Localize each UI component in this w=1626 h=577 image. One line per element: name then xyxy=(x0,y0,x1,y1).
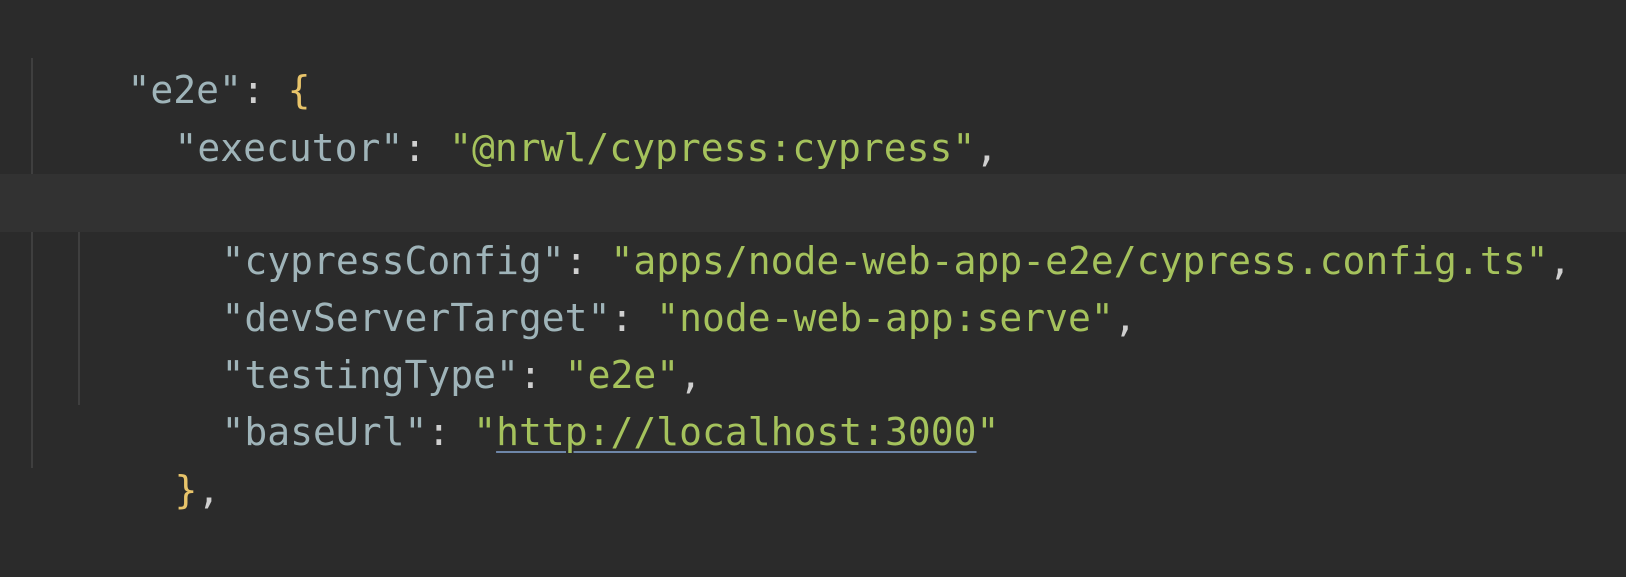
code-line-executor[interactable]: "executor": "@nrwl/cypress:cypress", xyxy=(0,61,1626,170)
code-line-dev-server-target[interactable]: "devServerTarget": "node-web-app:serve", xyxy=(0,231,1626,340)
code-line-base-url[interactable]: "baseUrl": "http://localhost:3000" xyxy=(0,345,1626,454)
code-line-close-options[interactable]: }, xyxy=(0,403,1626,512)
code-line-e2e[interactable]: "e2e": { xyxy=(0,3,1626,112)
code-line-testing-type[interactable]: "testingType": "e2e", xyxy=(0,288,1626,397)
json-comma: , xyxy=(197,468,221,512)
json-close-brace: } xyxy=(174,468,198,512)
code-line-options[interactable]: "options": { xyxy=(0,118,1626,227)
code-editor[interactable]: "e2e": { "executor": "@nrwl/cypress:cypr… xyxy=(0,0,1626,512)
code-line-cypress-config[interactable]: "cypressConfig": "apps/node-web-app-e2e/… xyxy=(0,174,1626,283)
